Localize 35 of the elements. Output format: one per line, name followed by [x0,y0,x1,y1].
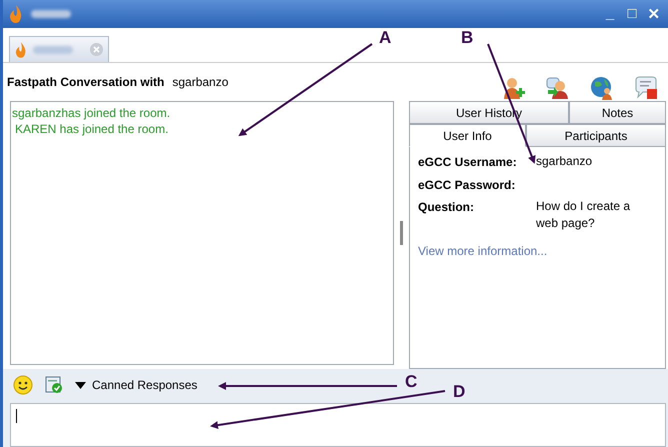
tab[interactable]: Participants [526,124,666,147]
dropdown-arrow-icon [75,382,86,388]
message-input[interactable] [10,403,666,447]
annotation-label: D [453,382,466,402]
splitter-handle[interactable] [400,221,403,245]
conversation-tab[interactable] [9,36,109,62]
view-more-link[interactable]: View more information... [418,244,657,258]
chat-message: KAREN has joined the room. [14,122,170,136]
flame-icon [9,5,23,23]
field-label: Question: [418,200,475,216]
smiley-icon[interactable] [13,375,33,395]
conversation-title: Fastpath Conversation with [7,75,164,89]
globe-people-icon[interactable] [590,76,614,100]
tab[interactable]: User Info [409,124,526,147]
minimize-button[interactable]: _ [602,5,618,23]
annotation-label: C [405,372,418,392]
flame-icon [15,42,27,58]
checklist-icon[interactable] [45,376,63,394]
blurred-title [31,10,71,18]
field-label: eGCC Username: [418,155,518,170]
maximize-button[interactable]: □ [624,5,640,23]
canned-responses-dropdown[interactable]: Canned Responses [75,378,198,392]
field-value: How do I create a web page? [536,198,632,232]
blurred-tab-label [33,46,73,54]
tab[interactable]: Notes [569,101,666,124]
person-add-icon[interactable] [502,76,526,100]
annotation-label: A [379,28,392,48]
customer-name: sgarbanzo [172,75,228,89]
chat-message: sgarbanzhas joined the room. [11,106,172,120]
person-transfer-icon[interactable] [546,76,570,100]
close-button[interactable]: ✕ [646,5,662,23]
annotation-label: B [461,28,474,48]
field-value: sgarbanzo [536,153,594,170]
field-label: eGCC Password: [418,178,516,192]
chat-end-icon[interactable] [634,76,658,100]
